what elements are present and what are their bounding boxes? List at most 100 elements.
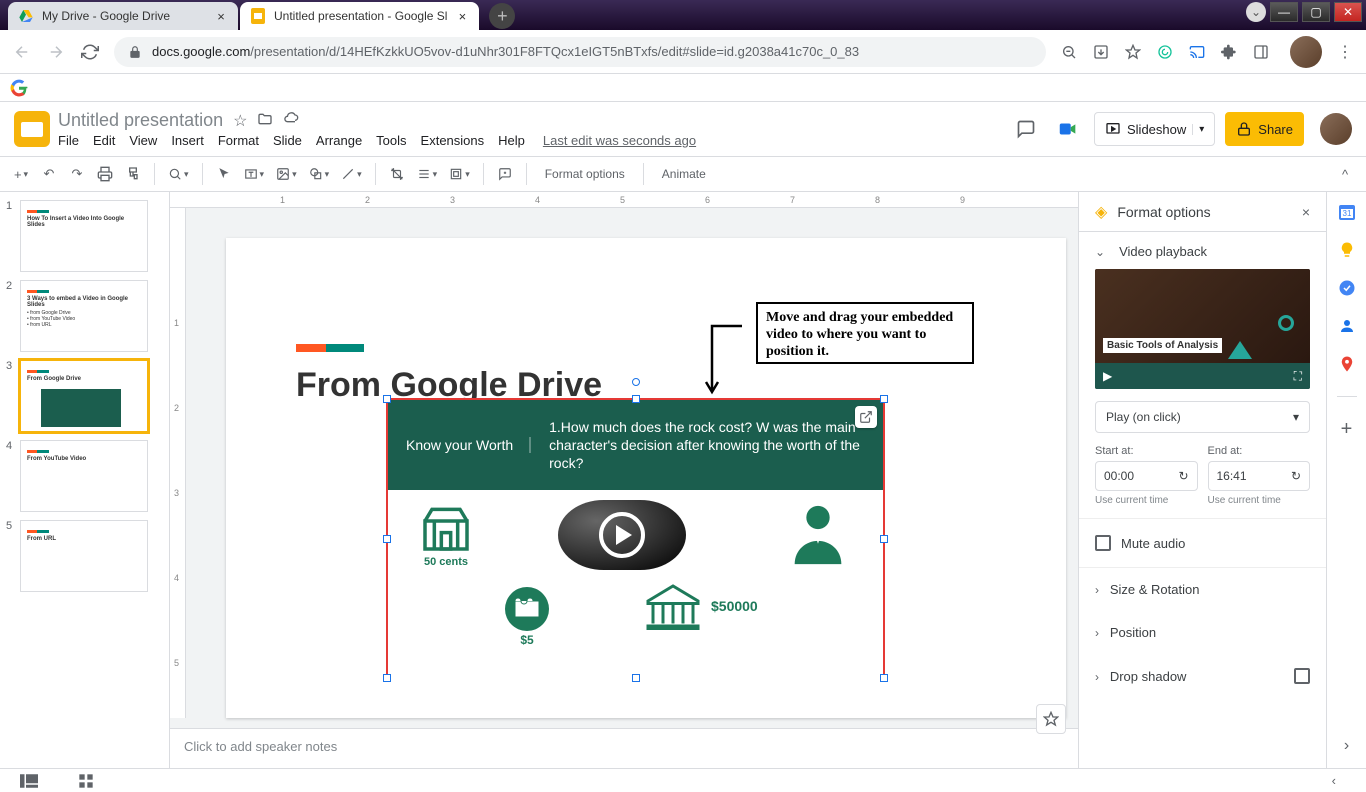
collapse-side-panel[interactable]: › (1337, 736, 1357, 756)
size-rotation-section[interactable]: › Size & Rotation (1079, 568, 1326, 611)
slide-thumb-1[interactable]: How To Insert a Video Into Google Slides (20, 200, 148, 272)
shape-tool[interactable] (306, 162, 333, 186)
minimize-button[interactable]: — (1270, 2, 1298, 22)
drop-shadow-section[interactable]: › Drop shadow (1079, 654, 1326, 698)
share-button[interactable]: Share (1225, 112, 1304, 146)
undo-button[interactable]: ↶ (38, 162, 60, 186)
slideshow-button[interactable]: Slideshow ▾ (1094, 112, 1215, 146)
video-playback-header[interactable]: ⌄ Video playback (1095, 244, 1310, 259)
maximize-button[interactable]: ▢ (1302, 2, 1330, 22)
back-button[interactable] (12, 42, 32, 62)
chrome-menu-icon[interactable]: ⋮ (1336, 43, 1354, 61)
comments-button[interactable] (1010, 113, 1042, 145)
keep-icon[interactable] (1337, 240, 1357, 260)
image-tool[interactable] (273, 162, 300, 186)
cast-icon[interactable] (1188, 43, 1206, 61)
animate-button[interactable]: Animate (654, 162, 714, 186)
end-time-input[interactable]: 16:41 ↻ (1208, 461, 1311, 491)
profile-avatar[interactable] (1290, 36, 1322, 68)
slide-thumb-4[interactable]: From YouTube Video (20, 440, 148, 512)
slide-page[interactable]: From Google Drive Move and drag your emb… (226, 238, 1066, 718)
close-window-button[interactable]: ✕ (1334, 2, 1362, 22)
video-preview[interactable]: Basic Tools of Analysis ▶ ⛶ (1095, 269, 1310, 389)
meet-button[interactable] (1052, 113, 1084, 145)
slide-thumb-5[interactable]: From URL (20, 520, 148, 592)
normal-view-icon[interactable] (20, 774, 38, 788)
explore-button[interactable] (1036, 704, 1066, 734)
select-tool[interactable] (213, 162, 235, 186)
start-time-input[interactable]: 00:00 ↻ (1095, 461, 1198, 491)
menu-view[interactable]: View (129, 133, 157, 148)
last-edit-text[interactable]: Last edit was seconds ago (543, 133, 696, 148)
play-icon[interactable] (599, 512, 645, 558)
hide-menus[interactable]: ^ (1334, 162, 1356, 186)
cloud-icon[interactable] (283, 111, 299, 131)
slide-thumb-2[interactable]: 3 Ways to embed a Video in Google Slides… (20, 280, 148, 352)
calendar-icon[interactable]: 31 (1337, 202, 1357, 222)
menu-file[interactable]: File (58, 133, 79, 148)
fullscreen-icon[interactable]: ⛶ (1294, 369, 1302, 384)
menu-extensions[interactable]: Extensions (421, 133, 485, 148)
collapse-filmstrip[interactable]: ‹ (1332, 773, 1336, 788)
menu-insert[interactable]: Insert (171, 133, 204, 148)
tasks-icon[interactable] (1337, 278, 1357, 298)
install-icon[interactable] (1092, 43, 1110, 61)
google-icon[interactable] (10, 79, 28, 97)
extensions-icon[interactable] (1220, 43, 1238, 61)
mute-audio-checkbox[interactable]: Mute audio (1079, 518, 1326, 568)
redo-button[interactable]: ↷ (66, 162, 88, 186)
slides-logo[interactable] (14, 111, 50, 147)
move-icon[interactable] (257, 111, 273, 131)
selection-handle[interactable] (880, 674, 888, 682)
reset-icon[interactable]: ↻ (1291, 469, 1301, 483)
use-current-end[interactable]: Use current time (1208, 495, 1311, 506)
zoom-icon[interactable] (1060, 43, 1078, 61)
rotation-handle[interactable] (632, 378, 640, 386)
menu-edit[interactable]: Edit (93, 133, 115, 148)
browser-tab-slides[interactable]: Untitled presentation - Google Sl × (240, 2, 479, 30)
crop-tool[interactable] (386, 162, 408, 186)
slide-thumb-3[interactable]: From Google Drive (20, 360, 148, 432)
selection-handle[interactable] (632, 395, 640, 403)
reload-button[interactable] (80, 42, 100, 62)
speaker-notes[interactable]: Click to add speaker notes (170, 728, 1078, 768)
close-icon[interactable]: × (455, 9, 469, 23)
mask-tool[interactable] (414, 162, 441, 186)
use-current-start[interactable]: Use current time (1095, 495, 1198, 506)
format-options-button[interactable]: Format options (537, 162, 633, 186)
menu-slide[interactable]: Slide (273, 133, 302, 148)
close-icon[interactable]: × (1302, 204, 1310, 220)
ext-grammarly-icon[interactable] (1156, 43, 1174, 61)
star-icon[interactable] (1124, 43, 1142, 61)
close-icon[interactable]: × (214, 9, 228, 23)
textbox-tool[interactable] (241, 162, 268, 186)
selection-handle[interactable] (383, 395, 391, 403)
selection-handle[interactable] (880, 395, 888, 403)
border-tool[interactable] (446, 162, 473, 186)
star-icon[interactable]: ☆ (233, 111, 247, 131)
menu-arrange[interactable]: Arrange (316, 133, 362, 148)
maps-icon[interactable] (1337, 354, 1357, 374)
selection-handle[interactable] (383, 535, 391, 543)
doc-title[interactable]: Untitled presentation (58, 110, 223, 131)
print-button[interactable] (94, 162, 116, 186)
position-section[interactable]: › Position (1079, 611, 1326, 654)
menu-tools[interactable]: Tools (376, 133, 406, 148)
selection-handle[interactable] (383, 674, 391, 682)
contacts-icon[interactable] (1337, 316, 1357, 336)
add-on-icon[interactable]: + (1337, 419, 1357, 439)
comment-button[interactable] (494, 162, 516, 186)
new-slide-button[interactable]: + (10, 162, 32, 186)
reset-icon[interactable]: ↻ (1178, 469, 1188, 483)
menu-help[interactable]: Help (498, 133, 525, 148)
play-icon[interactable]: ▶ (1103, 369, 1112, 383)
line-tool[interactable] (338, 162, 365, 186)
grid-view-icon[interactable] (78, 773, 94, 789)
chrome-menu-icon[interactable]: ⌄ (1246, 2, 1266, 22)
user-avatar[interactable] (1320, 113, 1352, 145)
embedded-video[interactable]: Know your Worth 1.How much does the rock… (386, 398, 885, 679)
zoom-button[interactable] (165, 162, 192, 186)
menu-format[interactable]: Format (218, 133, 259, 148)
forward-button[interactable] (46, 42, 66, 62)
browser-tab-drive[interactable]: My Drive - Google Drive × (8, 2, 238, 30)
